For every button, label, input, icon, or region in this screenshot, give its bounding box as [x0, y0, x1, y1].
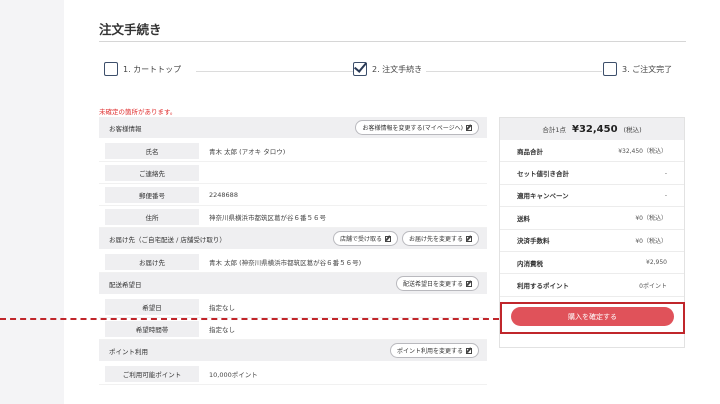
row-label: お届け先 [105, 253, 199, 270]
button-label: ポイント利用を変更する [396, 348, 463, 355]
summary-label: 商品合計 [517, 147, 543, 156]
row-label: 希望時間帯 [105, 320, 199, 337]
summary-value: ¥32,450（税込） [618, 148, 667, 156]
points-section-header: ポイント利用 ポイント利用を変更する [99, 340, 487, 363]
step-cart: 1. カートトップ [104, 62, 186, 76]
change-schedule-button[interactable]: 配送希望日を変更する [395, 276, 479, 291]
step-order: 2. 注文手続き [353, 62, 427, 76]
section-title: 配送希望日 [109, 280, 142, 289]
row-value: 2248688 [209, 190, 238, 199]
summary-header: 合計1点 ¥32,450 (税込) [500, 118, 684, 140]
customer-row: 郵便番号 2248688 [99, 184, 487, 206]
row-label: 希望日 [105, 298, 199, 315]
summary-row: 送料 ¥0（税込） [500, 207, 684, 230]
step-label: 1. カートトップ [123, 64, 182, 74]
row-value: 指定なし [209, 325, 235, 334]
summary-value: ¥0（税込） [635, 237, 667, 245]
step-label: 2. 注文手続き [372, 64, 423, 74]
summary-value: ¥2,950 [646, 259, 667, 267]
order-form: お客様情報 お客様情報を変更する(マイページへ) 氏名 青木 太郎 (アオキ タロ… [99, 117, 487, 385]
button-label: 店舗で受け取る [339, 236, 382, 243]
row-value: 神奈川県横浜市都筑区葛が谷６番５６号 [209, 213, 326, 222]
summary-value: 0ポイント [639, 282, 667, 290]
title-divider [99, 41, 686, 42]
summary-row: 商品合計 ¥32,450（税込） [500, 140, 684, 163]
item-count: 合計1点 [542, 126, 566, 134]
checkbox-icon [603, 62, 617, 76]
summary-label: セット値引き合計 [517, 170, 569, 179]
confirm-purchase-button[interactable]: 購入を確定する [511, 307, 674, 326]
summary-label: 適用キャンペーン [517, 192, 569, 201]
page-title: 注文手続き [99, 22, 162, 37]
row-label: 郵便番号 [105, 186, 199, 203]
summary-row: 利用するポイント 0ポイント [500, 274, 684, 297]
summary-row: 決済手数料 ¥0（税込） [500, 230, 684, 252]
summary-row: 適用キャンペーン - [500, 185, 684, 208]
row-value: 青木 太郎 (アオキ タロウ) [209, 147, 286, 156]
edit-icon [466, 124, 472, 131]
summary-value: - [664, 191, 667, 199]
delivery-row: お届け先 青木 太郎 (神奈川県横浜市都筑区葛が谷６番５６号) [99, 251, 487, 273]
step-label: 3. ご注文完了 [622, 64, 673, 74]
change-delivery-button[interactable]: お届け先を変更する [401, 231, 479, 246]
row-value: 指定なし [209, 303, 235, 312]
step-connector [440, 71, 602, 72]
edit-icon [466, 235, 472, 242]
section-title: ポイント利用 [109, 347, 148, 356]
summary-label: 送料 [517, 214, 530, 223]
customer-row: 住所 神奈川県横浜市都筑区葛が谷６番５６号 [99, 206, 487, 228]
customer-row: 氏名 青木 太郎 (アオキ タロウ) [99, 140, 487, 162]
row-label: ご連絡先 [105, 164, 199, 181]
button-label: お客様情報を変更する(マイページへ) [362, 125, 463, 132]
button-label: 配送希望日を変更する [402, 281, 463, 288]
checkbox-icon [104, 62, 118, 76]
order-total: ¥32,450 [572, 123, 618, 135]
row-label: 住所 [105, 208, 199, 225]
summary-label: 決済手数料 [517, 237, 550, 246]
schedule-row: 希望日 指定なし [99, 296, 487, 318]
summary-value: - [664, 169, 667, 177]
summary-label: 利用するポイント [517, 282, 569, 291]
checkmark-icon [353, 62, 367, 76]
callout-dashed-line [0, 318, 499, 320]
summary-row: 内消費税 ¥2,950 [500, 252, 684, 275]
summary-row: セット値引き合計 - [500, 162, 684, 185]
tax-note: (税込) [623, 126, 642, 134]
schedule-row: 希望時間帯 指定なし [99, 318, 487, 340]
row-value: 10,000ポイント [209, 370, 258, 379]
customer-row: ご連絡先 [99, 162, 487, 184]
progress-steps: 1. カートトップ 2. 注文手続き 3. ご注文完了 [104, 62, 684, 80]
edit-icon [466, 347, 472, 354]
edit-icon [384, 235, 391, 242]
section-title: お客様情報 [109, 124, 142, 133]
left-gutter [0, 0, 64, 404]
change-customer-button[interactable]: お客様情報を変更する(マイページへ) [355, 120, 479, 135]
edit-icon [466, 280, 472, 287]
points-row: ご利用可能ポイント 10,000ポイント [99, 363, 487, 385]
warning-message: 未確定の箇所があります。 [99, 108, 177, 116]
row-label: 氏名 [105, 142, 199, 159]
customer-section-header: お客様情報 お客様情報を変更する(マイページへ) [99, 117, 487, 140]
section-title: お届け先（ご自宅配送 / 店舗受け取り） [109, 235, 226, 244]
button-label: お届け先を変更する [408, 236, 463, 243]
store-pickup-button[interactable]: 店舗で受け取る [332, 231, 398, 246]
delivery-section-header: お届け先（ご自宅配送 / 店舗受け取り） 店舗で受け取る お届け先を変更する [99, 228, 487, 251]
schedule-section-header: 配送希望日 配送希望日を変更する [99, 273, 487, 296]
row-label: ご利用可能ポイント [105, 365, 199, 382]
summary-label: 内消費税 [517, 259, 543, 268]
summary-value: ¥0（税込） [635, 215, 667, 223]
row-value: 青木 太郎 (神奈川県横浜市都筑区葛が谷６番５６号) [209, 258, 362, 267]
change-points-button[interactable]: ポイント利用を変更する [389, 343, 479, 358]
step-complete: 3. ご注文完了 [603, 62, 677, 76]
